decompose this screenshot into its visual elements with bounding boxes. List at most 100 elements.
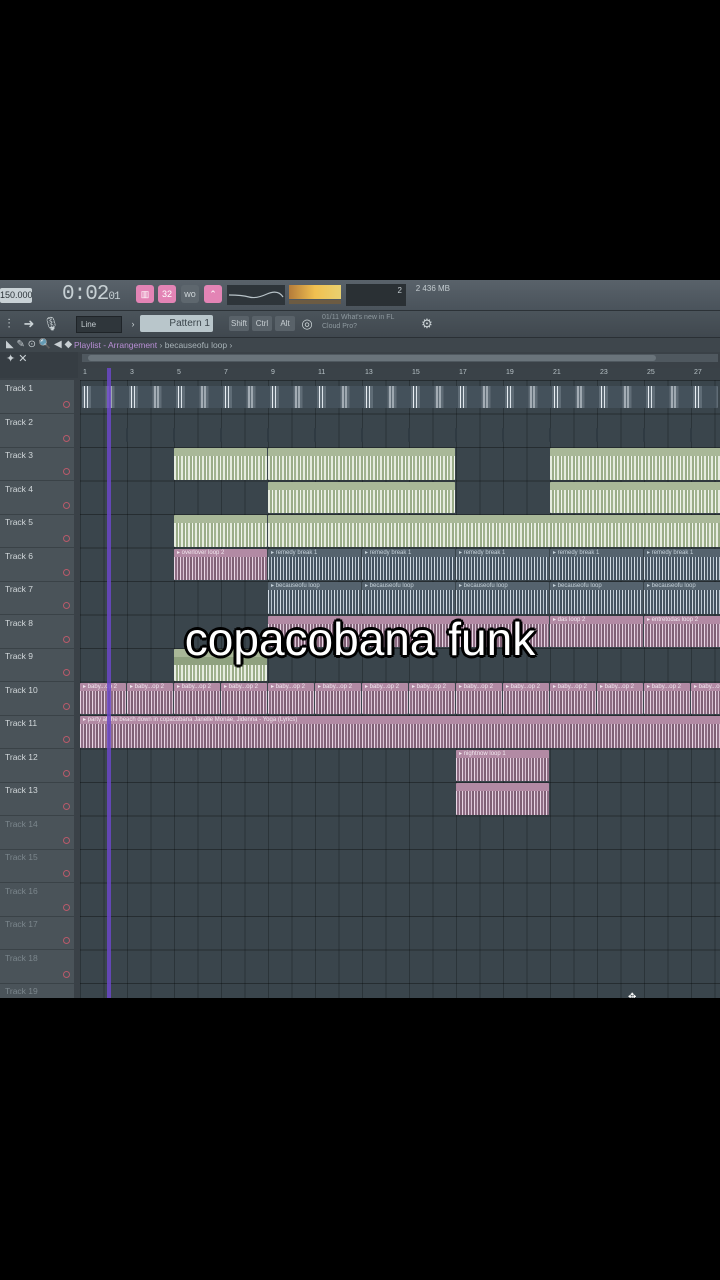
pattern-clip[interactable]: ▸ remedy break 1: [456, 548, 549, 580]
breadcrumb-pattern[interactable]: becauseofu loop: [165, 340, 227, 350]
pattern-clip[interactable]: [502, 427, 504, 442]
snap-select[interactable]: Line: [76, 316, 122, 333]
track-mute-icon[interactable]: [63, 669, 70, 676]
pattern-clip[interactable]: ▸ remedy break 1: [550, 548, 643, 580]
track-header[interactable]: Track 1: [0, 380, 74, 414]
alt-button[interactable]: Alt: [275, 316, 295, 331]
news-panel[interactable]: 01/11 What's new in FL Cloud Pro?: [322, 313, 422, 331]
pattern-clip[interactable]: [550, 481, 720, 513]
time-display[interactable]: 0:0201: [62, 283, 121, 306]
microphone-icon[interactable]: 🎙: [42, 315, 60, 333]
track-mute-icon[interactable]: [63, 568, 70, 576]
playlist-grid[interactable]: ▸ overlover loop 2 ▸ remedy break 1 ▸ reme…: [80, 380, 720, 998]
pattern-mode-icon[interactable]: ▥: [136, 285, 154, 303]
pattern-clip[interactable]: [549, 427, 551, 442]
pattern-clip[interactable]: [268, 481, 455, 513]
track-mute-icon[interactable]: [63, 937, 70, 944]
pattern-clip[interactable]: ▸ baby...op 2: [456, 682, 502, 714]
track-mute-icon[interactable]: [63, 702, 70, 710]
pattern-clip[interactable]: ▸ baby...op 2: [409, 682, 455, 714]
track-mute-icon[interactable]: [63, 501, 70, 509]
track-header[interactable]: Track 3: [0, 447, 74, 481]
track-header[interactable]: Track 12: [0, 749, 74, 783]
shift-button[interactable]: Shift: [229, 316, 249, 331]
breadcrumb-playlist[interactable]: Playlist - Arrangement: [74, 340, 157, 350]
track-header[interactable]: Track 7: [0, 581, 74, 615]
pattern-clip[interactable]: [174, 515, 267, 547]
pattern-clip[interactable]: ▸ becauseofu loop: [550, 582, 643, 614]
track-header[interactable]: Track 15: [0, 849, 74, 883]
pattern-clip[interactable]: [267, 427, 269, 442]
track-header[interactable]: Track 11: [0, 715, 74, 749]
track-mute-icon[interactable]: [63, 434, 70, 442]
pattern-selector[interactable]: Pattern 1: [140, 315, 213, 332]
playhead[interactable]: [107, 368, 111, 998]
pattern-clip[interactable]: [126, 427, 128, 442]
track-header[interactable]: Track 2: [0, 414, 74, 448]
pattern-clip[interactable]: ▸ baby...op 2: [268, 682, 314, 714]
pattern-clip[interactable]: ▸ overlover loop 2: [174, 548, 267, 580]
track-mute-icon[interactable]: [63, 903, 70, 911]
track-header[interactable]: Track 10: [0, 682, 74, 716]
pattern-clip[interactable]: [455, 427, 457, 442]
pattern-clip[interactable]: ▸ baby...op 2: [80, 682, 126, 714]
pattern-clip[interactable]: ▸ baby...op 2: [362, 682, 408, 714]
pattern-clip[interactable]: [643, 427, 645, 442]
track-mute-icon[interactable]: [63, 401, 70, 408]
track-header[interactable]: Track 16: [0, 883, 74, 917]
pattern-clip[interactable]: [82, 386, 718, 408]
pattern-clip[interactable]: ▸ becauseofu loop: [268, 582, 361, 614]
arrow-right-icon[interactable]: ➜: [20, 315, 38, 333]
song-button[interactable]: wo: [181, 285, 199, 303]
pattern-clip[interactable]: ▸ baby...op 2: [644, 682, 690, 714]
track-mute-icon[interactable]: [63, 836, 70, 844]
timeline-ruler[interactable]: 1 3 5 7 9 11 13 15 17 19 21 23 25 27: [80, 368, 720, 380]
track-header[interactable]: Track 14: [0, 816, 74, 850]
pattern-clip[interactable]: ▸ nightnow loop 1: [456, 749, 549, 781]
pattern-clip[interactable]: ▸ baby...op 2: [127, 682, 173, 714]
ctrl-button[interactable]: Ctrl: [252, 316, 272, 331]
track-header[interactable]: Track 6: [0, 548, 74, 582]
pattern-clip[interactable]: [596, 427, 598, 442]
pattern-clip[interactable]: [314, 427, 316, 442]
pattern-clip[interactable]: ▸ party at the beach down in copacobana …: [80, 716, 720, 748]
metronome-icon[interactable]: ⌃: [204, 285, 222, 303]
track-mute-icon[interactable]: [63, 468, 70, 475]
pattern-clip[interactable]: ▸ remedy break 1: [362, 548, 455, 580]
mixer-icon[interactable]: ⫶: [0, 315, 18, 333]
pattern-clip[interactable]: [268, 448, 455, 480]
track-mute-icon[interactable]: [63, 602, 70, 609]
pattern-clip[interactable]: ▸ remedy break 1: [268, 548, 361, 580]
track-header[interactable]: Track 4: [0, 481, 74, 515]
pattern-clip[interactable]: [456, 783, 549, 815]
scrollbar-thumb[interactable]: [88, 355, 656, 361]
pattern-clip[interactable]: [268, 515, 720, 547]
track-header[interactable]: Track 13: [0, 782, 74, 816]
pattern-clip[interactable]: ▸ becauseofu loop: [362, 582, 455, 614]
news-icon[interactable]: ◎: [298, 315, 316, 333]
track-mute-icon[interactable]: [63, 736, 70, 743]
pattern-clip[interactable]: ▸ becauseofu loop: [456, 582, 549, 614]
pattern-clip[interactable]: ▸ remedy break 1: [644, 548, 720, 580]
pat-button[interactable]: 32: [158, 285, 176, 303]
track-header[interactable]: Track 17: [0, 916, 74, 950]
playlist-tools[interactable]: ◣ ✎ ⊙ 🔍 ◀ ◆: [6, 338, 72, 352]
pattern-clip[interactable]: [173, 427, 175, 442]
track-header[interactable]: Track 5: [0, 514, 74, 548]
pattern-clip[interactable]: ▸ baby...op 2: [221, 682, 267, 714]
track-mute-icon[interactable]: [63, 535, 70, 542]
pattern-clip[interactable]: [408, 427, 410, 442]
pattern-clip[interactable]: ▸ becauseofu loop: [644, 582, 720, 614]
pattern-clip[interactable]: [550, 448, 720, 480]
track-mute-icon[interactable]: [63, 970, 70, 978]
pattern-clip[interactable]: ▸ baby...op 2: [315, 682, 361, 714]
track-header[interactable]: Track 18: [0, 950, 74, 984]
pattern-clip[interactable]: [174, 448, 267, 480]
add-track-icon[interactable]: ✦ ✕: [6, 352, 28, 365]
track-mute-icon[interactable]: [63, 769, 70, 777]
pattern-clip[interactable]: [690, 427, 692, 442]
pattern-clip[interactable]: [361, 427, 363, 442]
pattern-clip[interactable]: ▸ baby...op 2: [174, 682, 220, 714]
pattern-clip[interactable]: ▸ baby...op 2: [597, 682, 643, 714]
gear-icon[interactable]: ⚙: [418, 315, 436, 333]
